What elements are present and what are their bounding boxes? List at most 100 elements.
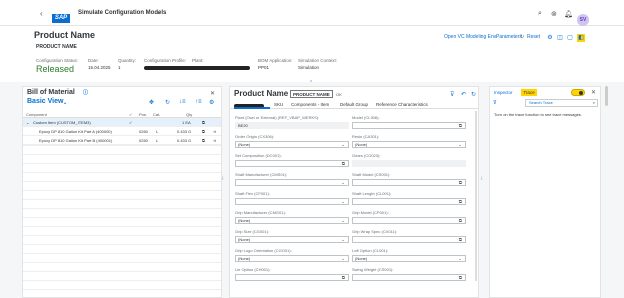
search-icon[interactable]: ⌕ [593,100,595,106]
characteristic-field: Grip Model (CP001): ⧉ [352,210,466,224]
redo-icon[interactable]: ↻ [471,91,476,98]
chevron-down-icon[interactable]: ⌄ [341,180,345,186]
field-value: (None) [238,218,251,223]
chevron-down-icon[interactable]: ⌄ [156,9,161,16]
value-help-icon[interactable]: ⧉ [459,180,462,186]
splitter-handle[interactable]: ⁝ [481,86,487,298]
chevron-down-icon[interactable]: ⌄ [458,256,462,262]
back-icon[interactable]: ‹ [40,9,43,18]
chevron-down-icon[interactable]: ⌄ [341,256,345,262]
notification-icon[interactable]: 🔔︎ [564,10,573,18]
dropdown-field[interactable]: (None) ⌄ [235,141,349,148]
field-label: Grip Wrap Spec (CX011): [352,229,398,234]
dropdown-field[interactable]: (None) ⌄ [352,255,466,262]
dropdown-field[interactable]: ⌄ [235,179,349,186]
search-icon[interactable]: ⌕ [538,10,542,18]
table-row[interactable]: ⌄ Custom Item (CUSTOM_ITEM3) ✓ 1 EA ⧉ [23,118,221,127]
filter-icon[interactable]: ⊽ [493,100,497,106]
copy-icon[interactable]: ⧉ [202,129,205,134]
dropdown-field[interactable]: (None) ⌄ [235,217,349,224]
parameters-link[interactable]: Parameters [496,34,522,40]
column-component[interactable]: Component [26,112,47,117]
field-label: Grip Size (CG001): [235,229,270,234]
input-field[interactable]: ⧉ [352,274,466,281]
app-title[interactable]: Simulate Configuration Models [78,10,166,16]
help-icon[interactable]: ⊚ [551,10,557,18]
input-field[interactable]: ⧉ [352,236,466,243]
open-vc-modeling-link[interactable]: Open VC Modeling Env. [444,34,497,40]
add-icon[interactable]: ✥ [149,99,154,106]
input-field[interactable]: ⧉ [352,122,466,129]
chevron-down-icon[interactable]: ⌄ [341,237,345,243]
chevron-down-icon[interactable]: ⌄ [63,100,67,106]
copy-icon[interactable]: ⧉ [202,120,205,125]
scrollbar[interactable] [475,111,477,281]
check-icon: ✓ [129,120,133,125]
table-row[interactable]: Epoxy DP 810 Gallon Kit Part B (400001) … [23,136,221,145]
value-help-icon[interactable]: ⧉ [342,161,345,167]
layout-left-icon[interactable]: ◫ [556,34,564,42]
reset-link[interactable]: Reset [527,34,540,40]
input-field[interactable]: ⧉ [352,217,466,224]
trace-toggle[interactable] [571,89,585,96]
refresh-icon[interactable]: ↻ [165,99,170,106]
avatar[interactable]: SV [577,14,589,26]
value-help-icon[interactable]: ⧉ [459,275,462,281]
tab-inspector[interactable]: Inspector [494,90,513,95]
characteristic-field: Grip Manufacturer (CMG01): (None) ⌄ [235,210,349,224]
column-pos[interactable]: Pos. [139,112,147,117]
copy-icon[interactable]: ⧉ [202,138,205,143]
simulation-context: Simulation Context: Simulation [298,58,338,70]
field-label: Grip Manufacturer (CMG01): [235,210,286,215]
tab-components-item[interactable]: Components - Item [291,102,329,107]
page-scrollbar[interactable] [605,86,608,106]
config-status: Configuration Status: Released [36,58,79,74]
chevron-down-icon[interactable]: ⌄ [458,142,462,148]
field-label: Loft Option (CL001): [352,248,389,253]
share-icon[interactable]: ⋖ [213,129,216,134]
column-cat[interactable]: Cat. [153,112,160,117]
characteristic-field: Plant (Own or External) (REF_VBAP_WERKS)… [235,115,349,129]
collapse-icon[interactable]: ↑≡ [195,99,202,105]
value-help-icon[interactable]: ⧉ [459,237,462,243]
filter-icon[interactable]: ⊽ [450,91,454,98]
column-qty[interactable]: Qty [186,112,192,117]
layout-right-icon[interactable]: ◧ [577,34,585,42]
chevron-down-icon[interactable]: ⌄ [341,142,345,148]
chevron-down-icon[interactable]: ⌄ [341,199,345,205]
chevron-down-icon[interactable]: ⌄ [341,218,345,224]
tab-trace[interactable]: Trace [521,89,537,96]
settings-icon[interactable]: ⚙ [546,34,554,42]
value-help-icon[interactable]: ⧉ [459,123,462,129]
splitter-handle[interactable]: ⁝ [222,86,228,298]
input-field[interactable]: ⧉ [352,179,466,186]
field-label: Swing Weight (CS001): [352,267,394,272]
view-selector[interactable]: Basic View [27,98,63,105]
search-input[interactable]: Search Trace ⌕ [525,99,598,107]
input-field[interactable]: ⧉ [235,274,349,281]
close-icon[interactable]: ✕ [210,90,215,97]
reset-icon[interactable]: ↻ [520,34,524,40]
input-field[interactable]: ⧉ [235,160,349,167]
tab-reference-characteristics[interactable]: Reference Characteristics [376,102,428,107]
dropdown-field[interactable]: (None) ⌄ [235,236,349,243]
share-icon[interactable]: ⋖ [213,138,216,143]
expand-row-icon[interactable]: ⌄ [26,120,29,125]
dropdown-field[interactable]: (None) ⌄ [352,141,466,148]
dropdown-field[interactable]: (None) ⌄ [235,255,349,262]
tab-default-group[interactable]: Default Group [340,102,368,107]
table-row[interactable]: Epoxy DP 810 Gallon Kit Part A (400000) … [23,127,221,136]
dropdown-field[interactable]: ⌄ [235,198,349,205]
settings-icon[interactable]: ⚙ [209,99,214,106]
tab-sku[interactable]: SKU [274,102,283,107]
value-help-icon[interactable]: ⧉ [459,218,462,224]
value-help-icon[interactable]: ⧉ [459,199,462,205]
layout-panel-icon[interactable]: ▢ [566,34,574,42]
close-icon[interactable]: ✕ [591,89,596,96]
undo-icon[interactable]: ↶ [461,91,466,98]
field-value: (None) [238,256,251,261]
info-icon[interactable]: ⓘ [83,89,88,96]
value-help-icon[interactable]: ⧉ [342,275,345,281]
input-field[interactable]: ⧉ [352,198,466,205]
expand-icon[interactable]: ↓≡ [179,99,186,105]
